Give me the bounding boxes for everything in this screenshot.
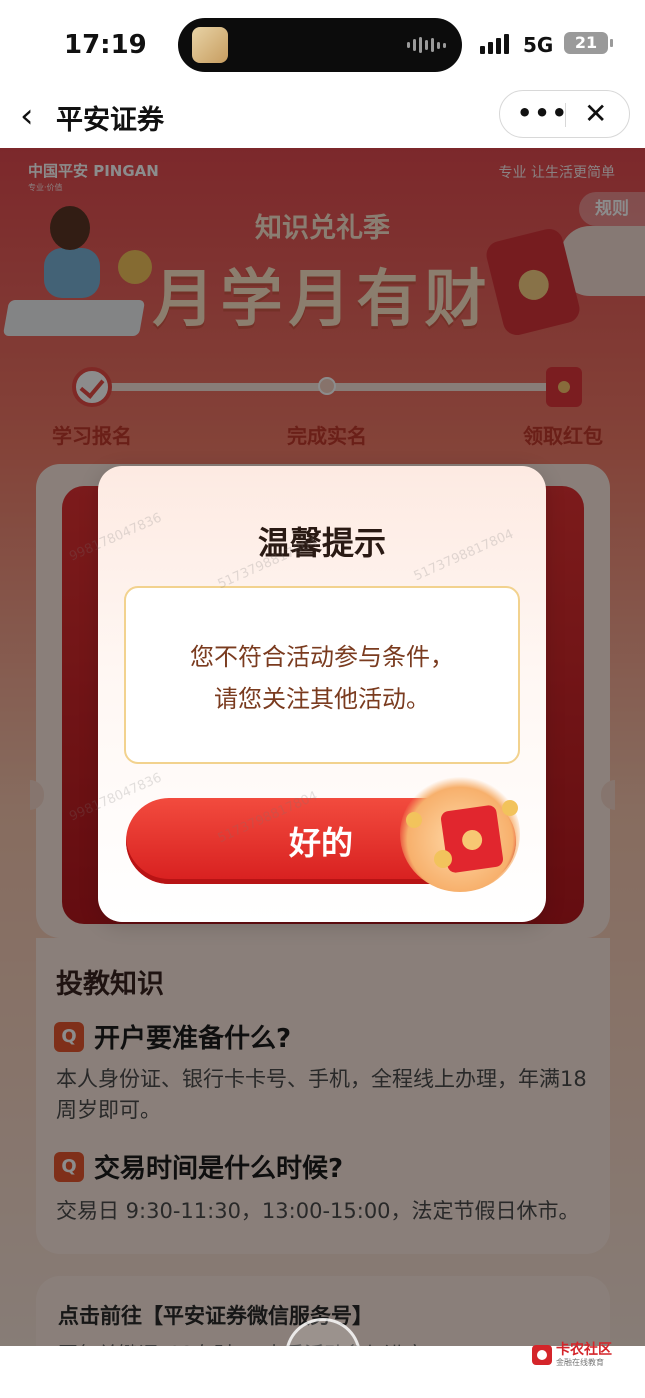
dialog-message-line: 您不符合活动参与条件， xyxy=(190,643,454,671)
signal-icon xyxy=(480,34,509,54)
coin-icon xyxy=(434,850,452,868)
tip-dialog: 温馨提示 您不符合活动参与条件， 请您关注其他活动。 好的 xyxy=(98,466,546,922)
nav-bar: ‹ 平安证券 ••• ✕ xyxy=(0,90,645,148)
logo-text-group: 卡农社区 金融在线教育 xyxy=(556,1342,612,1368)
capsule-divider xyxy=(565,103,566,127)
screen: 17:19 5G 21 ‹ 平安证券 ••• ✕ 中国平安 PINGAN 专业·… xyxy=(0,0,645,1398)
dynamic-island[interactable] xyxy=(178,18,462,72)
coin-icon xyxy=(502,800,518,816)
media-thumbnail xyxy=(192,27,228,63)
logo-subtext: 金融在线教育 xyxy=(556,1358,604,1367)
logo-text: 卡农社区 xyxy=(556,1342,612,1358)
coin-icon xyxy=(406,812,422,828)
logo-icon xyxy=(532,1345,552,1365)
community-logo: 卡农社区 金融在线教育 xyxy=(532,1342,612,1368)
close-button[interactable]: ✕ xyxy=(584,98,607,130)
status-time: 17:19 xyxy=(64,30,147,60)
status-bar: 17:19 5G 21 xyxy=(0,0,645,90)
dialog-message-line: 请您关注其他活动。 xyxy=(214,685,430,713)
scroll-down-icon[interactable] xyxy=(285,1318,361,1394)
miniapp-capsule: ••• ✕ xyxy=(499,90,630,138)
battery-icon: 21 xyxy=(564,32,613,54)
audio-wave-icon xyxy=(407,37,446,53)
page-title: 平安证券 xyxy=(56,105,164,136)
back-icon[interactable]: ‹ xyxy=(20,96,54,136)
more-button[interactable]: ••• xyxy=(517,101,569,125)
network-label: 5G xyxy=(523,33,554,57)
dialog-message: 您不符合活动参与条件， 请您关注其他活动。 xyxy=(126,636,518,720)
dialog-message-box: 您不符合活动参与条件， 请您关注其他活动。 xyxy=(124,586,520,764)
